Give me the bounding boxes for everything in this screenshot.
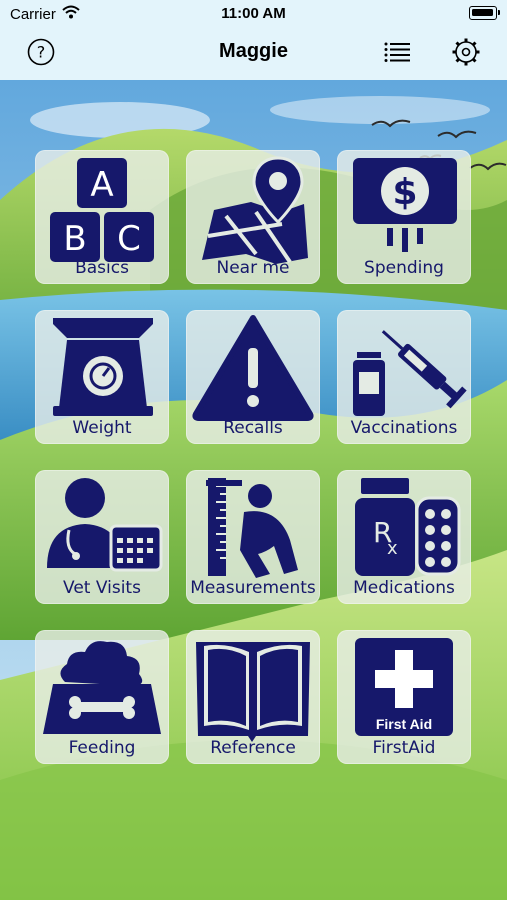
tile-label: Near me (216, 258, 290, 278)
tile-weight[interactable]: Weight (35, 310, 169, 444)
category-grid: A B C Basics Near me $ Spending Weight R… (35, 150, 475, 770)
tile-vaccinations[interactable]: Vaccinations (337, 310, 471, 444)
clock: 11:00 AM (221, 5, 286, 22)
tile-label: Reference (210, 738, 296, 758)
tile-label: Feeding (68, 738, 136, 758)
svg-text:B: B (63, 219, 86, 259)
tile-vet-visits[interactable]: Vet Visits (35, 470, 169, 604)
tile-label: Vet Visits (63, 578, 141, 598)
tile-basics[interactable]: A B C Basics (35, 150, 169, 284)
top-bar: Carrier 11:00 AM ? Maggie (0, 0, 507, 80)
tile-first-aid[interactable]: First Aid FirstAid (337, 630, 471, 764)
status-bar: Carrier 11:00 AM (0, 0, 507, 28)
tile-spending[interactable]: $ Spending (337, 150, 471, 284)
nav-title: Maggie (219, 40, 288, 62)
tile-label: Recalls (223, 418, 283, 438)
tile-feeding[interactable]: Feeding (35, 630, 169, 764)
tile-label: Vaccinations (350, 418, 458, 438)
tile-label: FirstAid (372, 738, 436, 758)
tile-recalls[interactable]: Recalls (186, 310, 320, 444)
tile-label: Measurements (190, 578, 316, 598)
list-icon[interactable] (382, 37, 412, 67)
tile-medications[interactable]: R x Medications (337, 470, 471, 604)
svg-text:C: C (117, 219, 141, 259)
svg-text:x: x (387, 538, 398, 559)
tile-label: Weight (72, 418, 132, 438)
svg-text:A: A (90, 165, 113, 205)
svg-text:$: $ (392, 172, 417, 213)
first-aid-badge-text: First Aid (376, 716, 432, 732)
tile-reference[interactable]: Reference (186, 630, 320, 764)
tile-label: Spending (364, 258, 444, 278)
tile-measurements[interactable]: Measurements (186, 470, 320, 604)
tile-near-me[interactable]: Near me (186, 150, 320, 284)
tile-label: Basics (75, 258, 129, 278)
gear-icon[interactable] (451, 37, 481, 67)
battery-icon (469, 6, 500, 20)
tile-label: Medications (353, 578, 455, 598)
